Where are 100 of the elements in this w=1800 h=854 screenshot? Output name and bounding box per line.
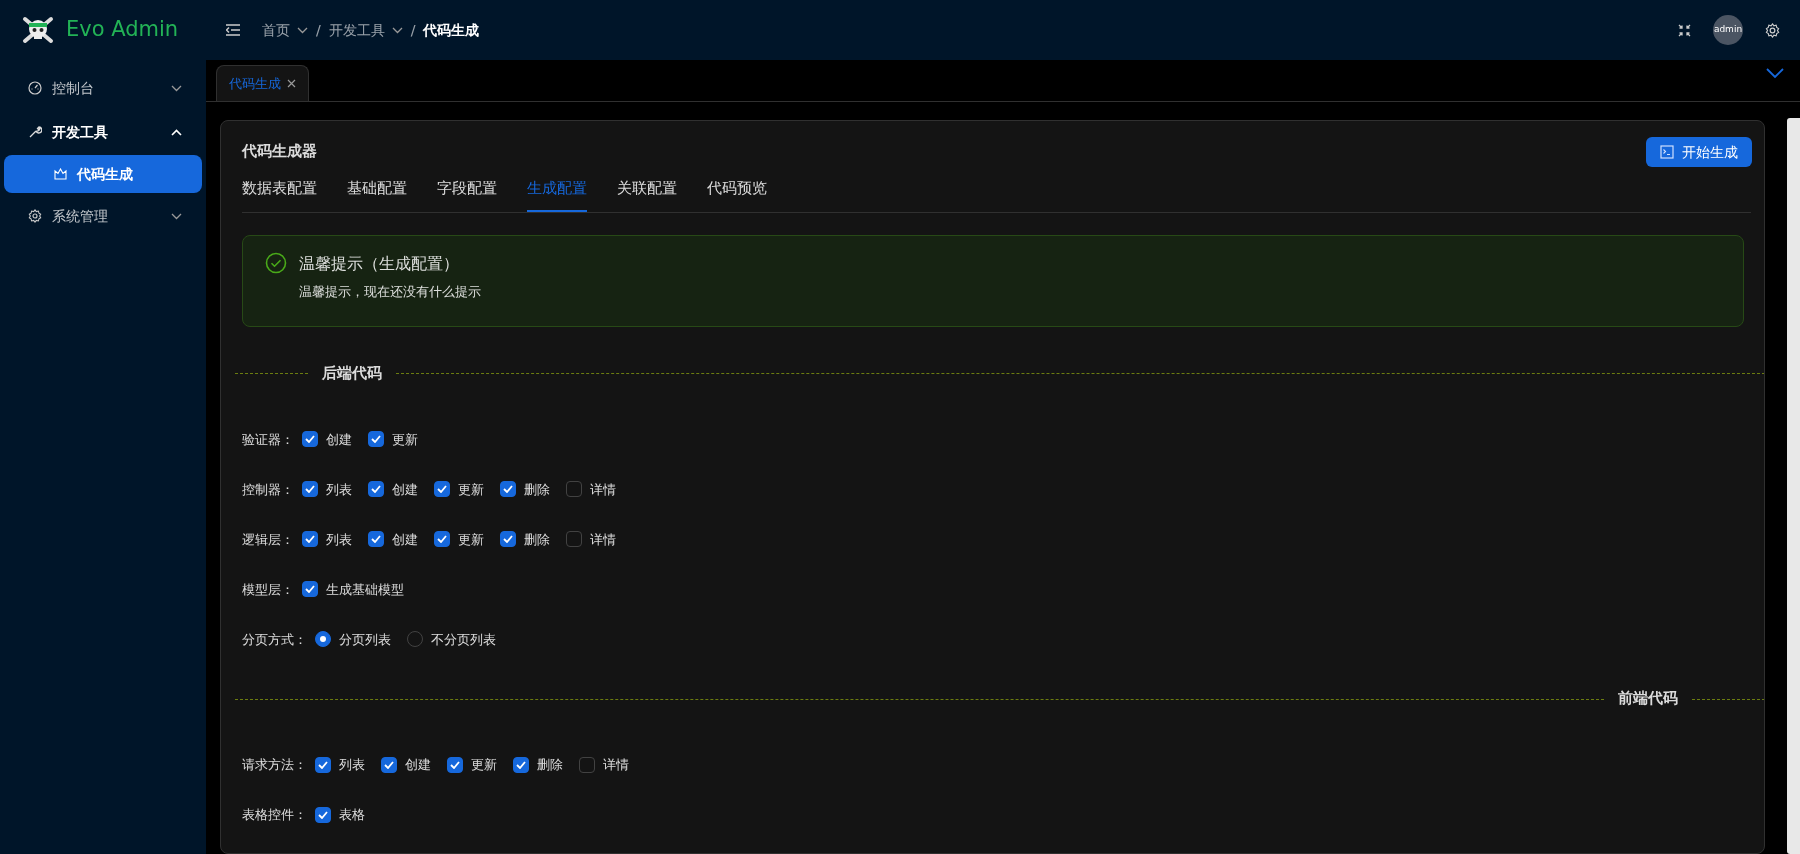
- checkbox[interactable]: [368, 481, 384, 498]
- check-icon: [503, 535, 513, 544]
- card-title: 代码生成器: [242, 142, 317, 162]
- check-icon: [305, 435, 315, 444]
- check-icon: [516, 761, 526, 769]
- checkbox[interactable]: [302, 531, 318, 548]
- caret-icon: [171, 212, 182, 220]
- breadcrumb-item: 代码生成: [423, 20, 480, 40]
- option-label: 详情: [603, 756, 629, 775]
- caret-icon: [391, 26, 403, 34]
- option-label: 更新: [471, 756, 497, 775]
- skull-logo-icon: [22, 14, 54, 46]
- settings-icon[interactable]: [1765, 22, 1780, 38]
- terminal-icon: [1660, 145, 1674, 159]
- option-label: 创建: [392, 480, 418, 499]
- checkbox[interactable]: [368, 531, 384, 548]
- config-tab[interactable]: 生成配置: [527, 173, 587, 212]
- option-label: 更新: [392, 430, 418, 449]
- alert-title: 温馨提示（生成配置）: [299, 252, 460, 275]
- checkbox[interactable]: [434, 531, 450, 548]
- option-label: 创建: [392, 530, 418, 549]
- check-icon: [318, 761, 328, 769]
- breadcrumb-separator: /: [410, 20, 416, 40]
- wrench-icon: [28, 125, 42, 139]
- checkbox[interactable]: [368, 431, 384, 448]
- checkbox[interactable]: [579, 757, 595, 773]
- crown-icon: [54, 168, 67, 180]
- config-tab[interactable]: 数据表配置: [242, 173, 317, 212]
- radio-dot-icon: [320, 636, 326, 643]
- option-label: 列表: [326, 530, 352, 549]
- check-icon: [371, 435, 381, 444]
- option-label: 详情: [590, 530, 616, 549]
- success-check-icon: [265, 251, 287, 274]
- check-icon: [503, 485, 513, 494]
- checkbox[interactable]: [566, 481, 582, 498]
- config-tab[interactable]: 字段配置: [437, 173, 497, 212]
- alert-message: 温馨提示，现在还没有什么提示: [299, 282, 481, 301]
- sidebar-subitem[interactable]: 代码生成: [4, 155, 202, 193]
- fullscreen-exit-icon[interactable]: [1678, 23, 1691, 37]
- check-icon: [318, 811, 328, 819]
- field-label: 控制器：: [242, 480, 294, 499]
- check-icon: [371, 485, 381, 494]
- scrollbar-thumb[interactable]: [1787, 118, 1800, 854]
- radio-button[interactable]: [315, 631, 331, 648]
- check-icon: [437, 535, 447, 544]
- checkbox[interactable]: [434, 481, 450, 498]
- dashboard-icon: [28, 81, 42, 95]
- close-icon[interactable]: [287, 79, 296, 88]
- caret-icon: [171, 128, 182, 136]
- caret-icon: [297, 26, 308, 34]
- option-label: 创建: [405, 756, 431, 775]
- option-label: 删除: [537, 756, 563, 775]
- option-label: 表格: [339, 806, 365, 825]
- option-label: 删除: [524, 530, 550, 549]
- check-icon: [450, 761, 460, 769]
- option-label: 更新: [458, 530, 484, 549]
- section-title: 前端代码: [1617, 689, 1679, 709]
- checkbox[interactable]: [302, 581, 318, 598]
- check-icon: [305, 485, 315, 494]
- field-label: 验证器：: [242, 430, 294, 449]
- check-icon: [437, 485, 447, 494]
- menu-fold-icon[interactable]: [226, 24, 240, 36]
- check-icon: [305, 585, 315, 594]
- field-label: 请求方法：: [242, 756, 307, 775]
- option-label: 生成基础模型: [326, 580, 404, 599]
- option-label: 更新: [458, 480, 484, 499]
- checkbox[interactable]: [513, 757, 529, 773]
- checkbox[interactable]: [302, 431, 318, 448]
- sidebar-item[interactable]: 控制台: [0, 66, 206, 110]
- config-tab[interactable]: 关联配置: [617, 173, 677, 212]
- checkbox[interactable]: [381, 757, 397, 773]
- check-icon: [384, 761, 394, 769]
- section-title: 后端代码: [321, 363, 383, 383]
- checkbox[interactable]: [566, 531, 582, 548]
- option-label: 列表: [339, 756, 365, 775]
- checkbox[interactable]: [500, 531, 516, 548]
- checkbox[interactable]: [315, 757, 331, 773]
- chevron-down-icon[interactable]: [1766, 68, 1784, 79]
- gear-icon: [28, 209, 42, 223]
- page-tab[interactable]: 代码生成: [216, 65, 309, 101]
- start-generate-button[interactable]: 开始生成: [1646, 137, 1752, 167]
- checkbox[interactable]: [302, 481, 318, 498]
- field-label: 逻辑层：: [242, 530, 294, 549]
- checkbox[interactable]: [315, 807, 331, 823]
- option-label: 不分页列表: [431, 630, 496, 649]
- config-tab[interactable]: 代码预览: [707, 173, 767, 212]
- user-avatar[interactable]: admin: [1713, 15, 1743, 45]
- option-label: 列表: [326, 480, 352, 499]
- breadcrumb-item[interactable]: 开发工具: [328, 19, 403, 41]
- brand-name: Evo Admin: [66, 16, 179, 44]
- field-label: 模型层：: [242, 580, 294, 599]
- breadcrumb-separator: /: [316, 20, 321, 40]
- option-label: 创建: [326, 430, 352, 449]
- sidebar-item[interactable]: 系统管理: [0, 194, 206, 238]
- field-label: 表格控件：: [242, 806, 307, 825]
- breadcrumb-item[interactable]: 首页: [262, 19, 308, 41]
- checkbox[interactable]: [447, 757, 463, 773]
- sidebar-item[interactable]: 开发工具: [0, 110, 206, 154]
- checkbox[interactable]: [500, 481, 516, 498]
- config-tab[interactable]: 基础配置: [347, 173, 407, 212]
